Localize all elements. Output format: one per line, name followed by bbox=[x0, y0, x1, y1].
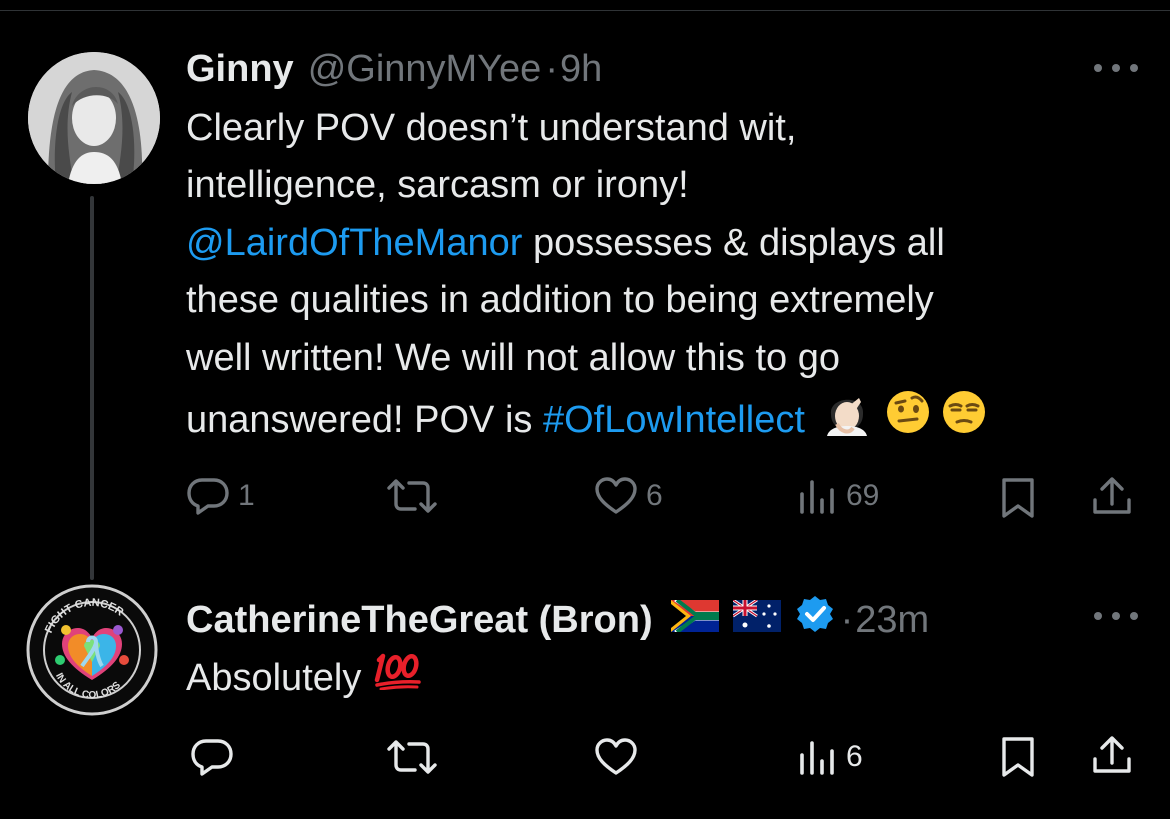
raised-eyebrow-emoji bbox=[885, 389, 931, 453]
views-icon bbox=[800, 741, 834, 775]
tweet2-repost-button[interactable] bbox=[385, 737, 439, 777]
tweet2-body: Absolutely bbox=[186, 650, 423, 708]
tweet1-line-5: well written! We will not allow this to … bbox=[186, 337, 840, 379]
tweet2-reply-button[interactable] bbox=[190, 737, 234, 777]
tweet1-handle[interactable]: @GinnyMYee bbox=[308, 46, 542, 92]
verified-badge-icon[interactable] bbox=[795, 594, 835, 645]
views-icon bbox=[800, 480, 834, 514]
tweet1-time[interactable]: 9h bbox=[560, 46, 602, 92]
heart-icon bbox=[595, 477, 637, 514]
unamused-emoji bbox=[941, 389, 987, 453]
facepalm-emoji bbox=[819, 388, 875, 454]
share-icon bbox=[1093, 477, 1131, 514]
repost-icon bbox=[387, 740, 437, 774]
reply-icon bbox=[191, 739, 233, 776]
tweet1-like-count: 6 bbox=[646, 479, 663, 512]
tweet1-line-3-text: possesses & displays all bbox=[522, 222, 945, 264]
hashtag-link[interactable]: #OfLowIntellect bbox=[543, 392, 805, 450]
tweet1-more-icon[interactable] bbox=[1094, 58, 1138, 78]
tweet1-repost-button[interactable] bbox=[385, 476, 439, 516]
australia-flag bbox=[731, 597, 781, 643]
tweet2-more-icon[interactable] bbox=[1094, 606, 1138, 626]
hundred-points-emoji bbox=[373, 650, 423, 708]
share-icon bbox=[1093, 736, 1131, 773]
bookmark-icon bbox=[1002, 478, 1034, 518]
tweet1-line-3: @LairdOfTheManor possesses & displays al… bbox=[186, 215, 945, 273]
tweet1-views-button[interactable]: 69 bbox=[796, 476, 879, 516]
tweet1-author-name[interactable]: Ginny bbox=[186, 46, 294, 92]
tweet2-text: Absolutely bbox=[186, 657, 362, 699]
tweet1-reply-count: 1 bbox=[238, 479, 255, 512]
south-africa-flag bbox=[670, 597, 721, 643]
top-divider bbox=[0, 10, 1170, 11]
heart-icon bbox=[595, 738, 637, 775]
tweet1-separator: · bbox=[545, 48, 558, 90]
reply-icon bbox=[187, 478, 229, 515]
tweet2-like-button[interactable] bbox=[594, 737, 638, 777]
tweet2-views-button[interactable]: 6 bbox=[796, 737, 863, 777]
tweet1-line-1: Clearly POV doesn’t understand wit, bbox=[186, 107, 797, 149]
tweet1-share-button[interactable] bbox=[1090, 474, 1134, 518]
ginny-avatar[interactable] bbox=[28, 52, 160, 184]
tweet1-like-button[interactable]: 6 bbox=[594, 476, 663, 516]
catherine-avatar[interactable]: FIGHT CANCER IN ALL COLORS bbox=[26, 584, 158, 716]
tweet1-line-4: these qualities in addition to being ext… bbox=[186, 279, 934, 321]
thread-connector bbox=[90, 196, 94, 580]
tweet1-line-2: intelligence, sarcasm or irony! bbox=[186, 164, 689, 206]
repost-icon bbox=[387, 479, 437, 513]
tweet2-share-button[interactable] bbox=[1090, 733, 1134, 777]
tweet2-header: CatherineTheGreat (Bron) · 23m bbox=[186, 594, 929, 645]
tweet1-header: Ginny @GinnyMYee · 9h bbox=[186, 46, 602, 92]
tweet1-view-count: 69 bbox=[846, 479, 880, 512]
tweet2-time[interactable]: 23m bbox=[855, 597, 929, 643]
tweet1-bookmark-button[interactable] bbox=[1000, 476, 1036, 520]
tweet2-author-name[interactable]: CatherineTheGreat (Bron) bbox=[186, 597, 653, 643]
mention-link[interactable]: @LairdOfTheManor bbox=[186, 222, 522, 264]
tweet2-separator: · bbox=[840, 598, 854, 641]
tweet1-line-6-text: unanswered! POV is bbox=[186, 399, 543, 441]
tweet1-line-6: unanswered! POV is #OfLowIntellect bbox=[186, 388, 987, 454]
tweet2-view-count: 6 bbox=[846, 740, 863, 773]
tweet2-bookmark-button[interactable] bbox=[1000, 735, 1036, 779]
tweet1-reply-button[interactable]: 1 bbox=[186, 476, 255, 516]
bookmark-icon bbox=[1002, 737, 1034, 777]
